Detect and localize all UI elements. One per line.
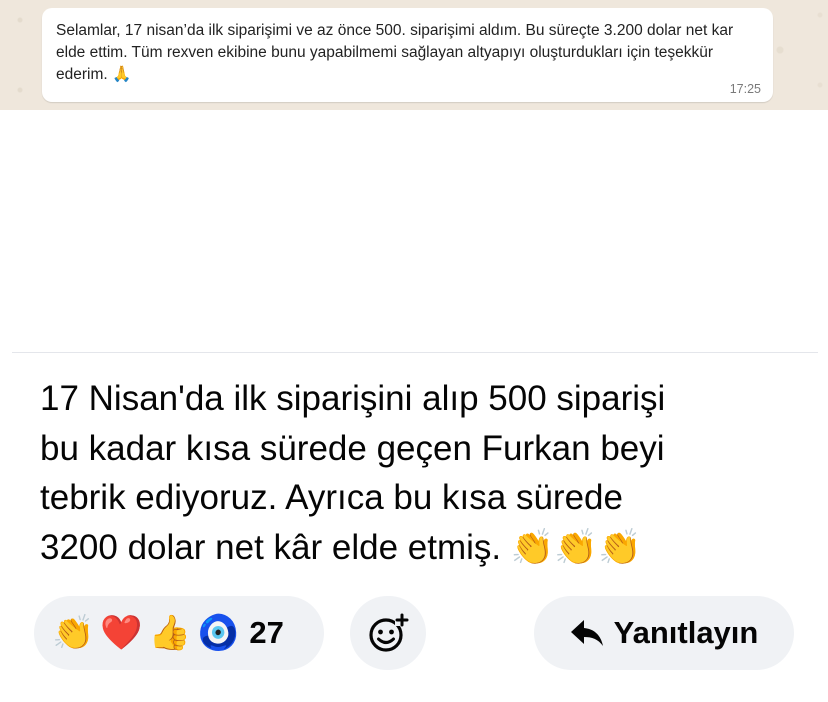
reaction-count: 27: [249, 615, 284, 650]
thumbs-up-reaction-icon: 👍: [148, 613, 192, 653]
evil-eye-reaction-icon: 🧿: [197, 613, 240, 653]
post-text: 17 Nisan'da ilk siparişini alıp 500 sipa…: [40, 379, 666, 567]
chat-message-text: Selamlar, 17 nisan’da ilk siparişimi ve …: [56, 22, 734, 83]
chat-message-time: 17:25: [729, 82, 761, 96]
add-reaction-button[interactable]: [350, 596, 426, 670]
reply-button[interactable]: Yanıtlayın: [534, 596, 794, 670]
reply-arrow-icon: [570, 620, 603, 646]
reply-label: Yanıtlayın: [613, 615, 759, 650]
heart-reaction-icon: ❤️: [100, 613, 143, 653]
add-reaction-smiley-icon: [369, 613, 409, 652]
clap-reaction-icon: 👏: [52, 613, 95, 653]
divider: [12, 352, 818, 353]
reactions-summary[interactable]: 👏 ❤️ 👍 🧿 27: [34, 596, 324, 670]
chat-message-bubble: Selamlar, 17 nisan’da ilk siparişimi ve …: [42, 8, 773, 102]
